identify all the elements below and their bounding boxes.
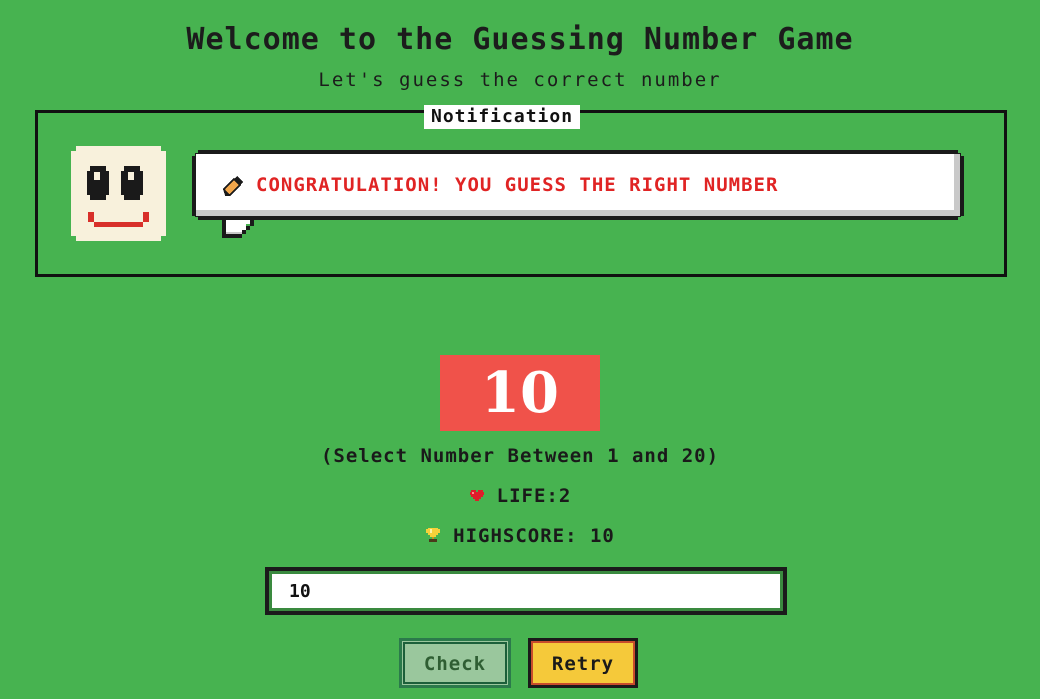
- page-subtitle: Let's guess the correct number: [318, 69, 722, 91]
- notification-text: CONGRATULATION! YOU GUESS THE RIGHT NUMB…: [256, 174, 779, 196]
- check-button[interactable]: Check: [399, 638, 511, 688]
- smiley-face-icon: [71, 146, 166, 241]
- heart-icon: [469, 490, 484, 501]
- guess-input[interactable]: [265, 567, 787, 615]
- notification-message: CONGRATULATION! YOU GUESS THE RIGHT NUMB…: [222, 170, 952, 200]
- highscore-counter: HIGHSCORE: 10: [0, 525, 1040, 547]
- retry-button[interactable]: Retry: [528, 638, 638, 688]
- trophy-icon: [426, 528, 441, 542]
- notification-legend: Notification: [424, 105, 581, 129]
- secret-number: 10: [440, 355, 600, 431]
- life-text: LIFE:2: [496, 485, 572, 507]
- life-counter: LIFE:2: [0, 485, 1040, 507]
- pencil-icon: [222, 175, 243, 196]
- page-title: Welcome to the Guessing Number Game: [186, 22, 854, 57]
- range-hint: (Select Number Between 1 and 20): [320, 445, 720, 467]
- highscore-text: HIGHSCORE: 10: [453, 525, 615, 547]
